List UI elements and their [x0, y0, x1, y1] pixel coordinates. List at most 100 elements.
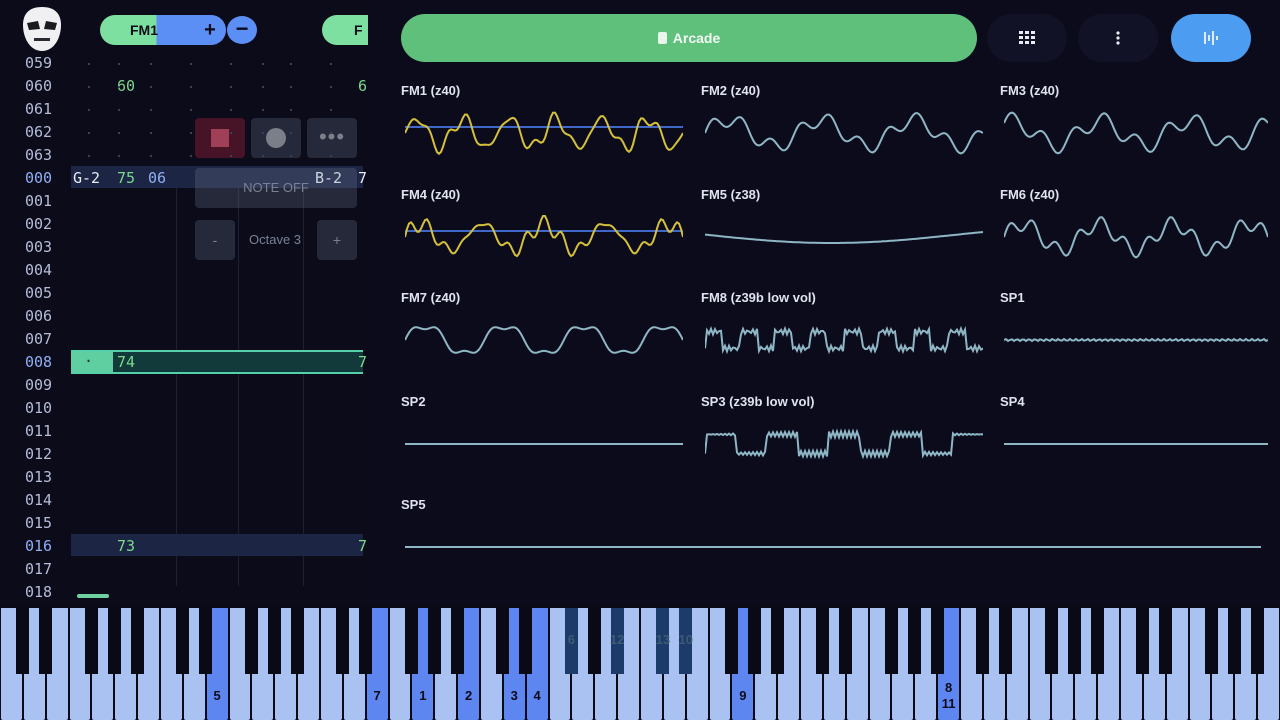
piano-black-key[interactable] — [999, 608, 1013, 674]
piano-black-key[interactable] — [1090, 608, 1104, 674]
piano-black-key[interactable] — [1227, 608, 1241, 674]
piano-black-key[interactable] — [84, 608, 98, 674]
oscilloscope-view-button[interactable] — [1171, 14, 1251, 62]
overflow-menu-button[interactable] — [1078, 14, 1158, 62]
tracker-app: FM1 + − F 059 060 061 062 063 000 001 002 003 004… — [0, 0, 1280, 720]
channel-selector-fm1[interactable]: FM1 + — [100, 15, 226, 45]
piano-keyboard[interactable]: 6 12 13 10 5 7 1 2 3 4 9 8 11 — [0, 605, 1280, 720]
piano-black-key[interactable] — [359, 608, 373, 674]
piano-black-key[interactable] — [930, 608, 944, 674]
row-number: 062 — [25, 123, 53, 141]
cursor-dot: · — [84, 352, 94, 370]
piano-black-key[interactable] — [244, 608, 258, 674]
scope-title: FM3 (z40) — [1000, 83, 1060, 98]
empty-cell-dot — [150, 63, 152, 65]
row-number: 063 — [25, 146, 53, 164]
song-select-button[interactable]: Arcade — [401, 14, 977, 62]
empty-cell-dot — [88, 86, 90, 88]
row-number: 059 — [25, 54, 53, 72]
piano-black-key[interactable] — [1067, 608, 1081, 674]
piano-black-key[interactable] — [816, 608, 830, 674]
piano-black-key[interactable] — [176, 608, 190, 674]
oscilloscope-panel — [368, 0, 1280, 605]
piano-black-key[interactable] — [39, 608, 53, 674]
pattern-tracker[interactable]: FM1 + − F 059 060 061 062 063 000 001 002 003 004… — [0, 0, 368, 605]
piano-black-key[interactable] — [16, 608, 30, 674]
add-channel-button[interactable]: + — [200, 15, 220, 45]
cursor-row-008[interactable] — [71, 350, 363, 374]
piano-black-key[interactable] — [884, 608, 898, 674]
oscilloscope-fm3 — [1004, 111, 1268, 155]
piano-black-key[interactable] — [1204, 608, 1218, 674]
piano-black-key[interactable] — [770, 608, 784, 674]
piano-black-key[interactable] — [130, 608, 144, 674]
piano-black-key[interactable] — [724, 608, 738, 674]
channel-key-label: 13 — [655, 632, 671, 647]
stop-button[interactable] — [195, 118, 245, 158]
grid-view-button[interactable] — [987, 14, 1067, 62]
instrument-cell[interactable]: 06 — [148, 169, 166, 187]
empty-cell-dot — [150, 155, 152, 157]
scope-title: FM7 (z40) — [401, 290, 461, 305]
note-cell[interactable]: G-2 — [73, 169, 100, 187]
remove-channel-button[interactable]: − — [227, 16, 257, 44]
piano-black-key[interactable] — [336, 608, 350, 674]
channel-key-label: 5 — [213, 688, 221, 703]
piano-black-key[interactable] — [267, 608, 281, 674]
piano-black-key[interactable] — [1159, 608, 1173, 674]
more-vertical-icon — [1116, 31, 1120, 45]
row-number: 010 — [25, 399, 53, 417]
row-number: 002 — [25, 215, 53, 233]
row-016-value[interactable]: 73 — [117, 537, 135, 555]
oscilloscope-flat — [1004, 442, 1268, 445]
empty-cell-dot — [330, 155, 332, 157]
row-008-extra[interactable]: 7 — [358, 353, 367, 371]
channel-key-label: 1 — [419, 688, 427, 703]
oscilloscope-fm1 — [405, 111, 683, 156]
piano-black-key[interactable] — [747, 608, 761, 674]
empty-cell-dot — [88, 155, 90, 157]
row-number: 017 — [25, 560, 53, 578]
piano-black-key[interactable] — [404, 608, 418, 674]
octave-up-button[interactable]: + — [317, 220, 357, 260]
note-off-button[interactable]: NOTE OFF — [195, 168, 357, 208]
piano-black-key[interactable] — [450, 608, 464, 674]
volume-cell[interactable]: 75 — [117, 169, 135, 187]
piano-black-key[interactable] — [1136, 608, 1150, 674]
record-button[interactable] — [251, 118, 301, 158]
empty-cell-dot — [118, 63, 120, 65]
empty-cell-dot — [190, 109, 192, 111]
piano-black-key[interactable] — [427, 608, 441, 674]
piano-black-key[interactable] — [519, 608, 533, 674]
octave-down-button[interactable]: - — [195, 220, 235, 260]
piano-black-key[interactable] — [199, 608, 213, 674]
piano-black-key[interactable] — [1044, 608, 1058, 674]
more-options-button[interactable]: ••• — [307, 118, 357, 158]
empty-cell-dot — [190, 132, 192, 134]
row-number: 011 — [25, 422, 53, 440]
empty-cell-dot — [262, 155, 264, 157]
empty-cell-dot — [262, 109, 264, 111]
piano-black-key[interactable] — [1250, 608, 1264, 674]
piano-black-key[interactable] — [496, 608, 510, 674]
piano-black-key[interactable] — [907, 608, 921, 674]
piano-black-key[interactable] — [290, 608, 304, 674]
empty-cell-dot — [118, 109, 120, 111]
piano-black-key[interactable] — [107, 608, 121, 674]
empty-cell-dot — [230, 109, 232, 111]
piano-black-key[interactable] — [587, 608, 601, 674]
channel-selector-next[interactable]: F — [322, 15, 368, 45]
piano-black-key[interactable] — [839, 608, 853, 674]
row-008-value[interactable]: 74 — [117, 353, 135, 371]
oscilloscope-fm7 — [405, 326, 683, 354]
channel-key-label: 12 — [609, 632, 625, 647]
ghost-mask-icon[interactable] — [20, 5, 64, 53]
empty-cell-dot — [330, 86, 332, 88]
row-016-extra[interactable]: 7 — [358, 537, 367, 555]
oscilloscope-sp1 — [1004, 337, 1268, 343]
horizontal-scrollbar[interactable] — [77, 594, 109, 598]
piano-black-key[interactable] — [976, 608, 990, 674]
pattern-row-016[interactable] — [71, 534, 363, 556]
row-060-extra[interactable]: 6 — [358, 77, 367, 95]
scope-title: FM6 (z40) — [1000, 186, 1060, 202]
